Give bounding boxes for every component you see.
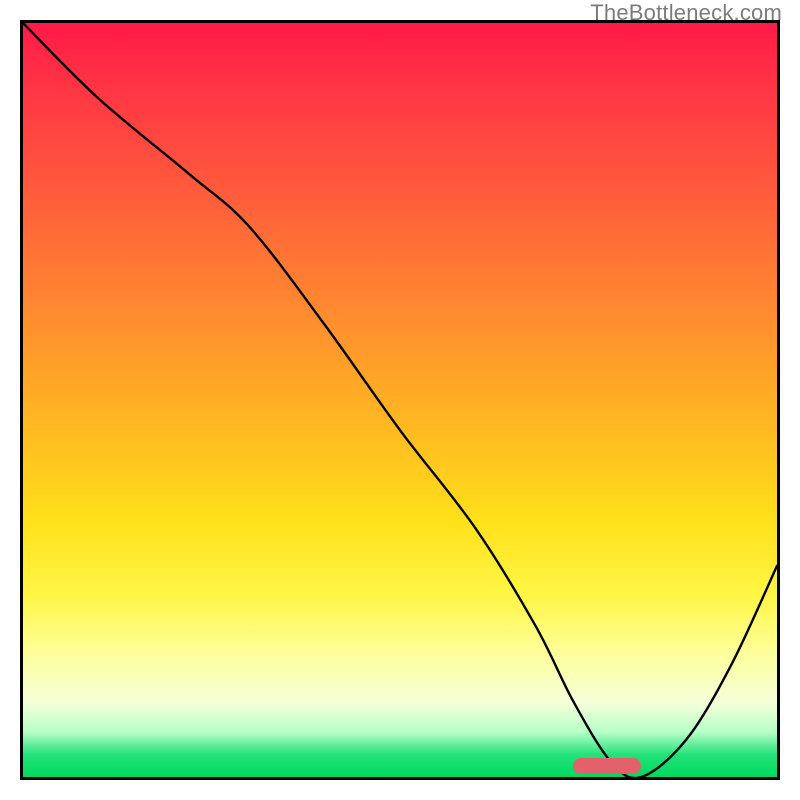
minimum-marker — [573, 758, 641, 774]
plot-area — [20, 20, 780, 780]
bottleneck-curve — [23, 23, 777, 777]
chart-container: TheBottleneck.com — [0, 0, 800, 800]
